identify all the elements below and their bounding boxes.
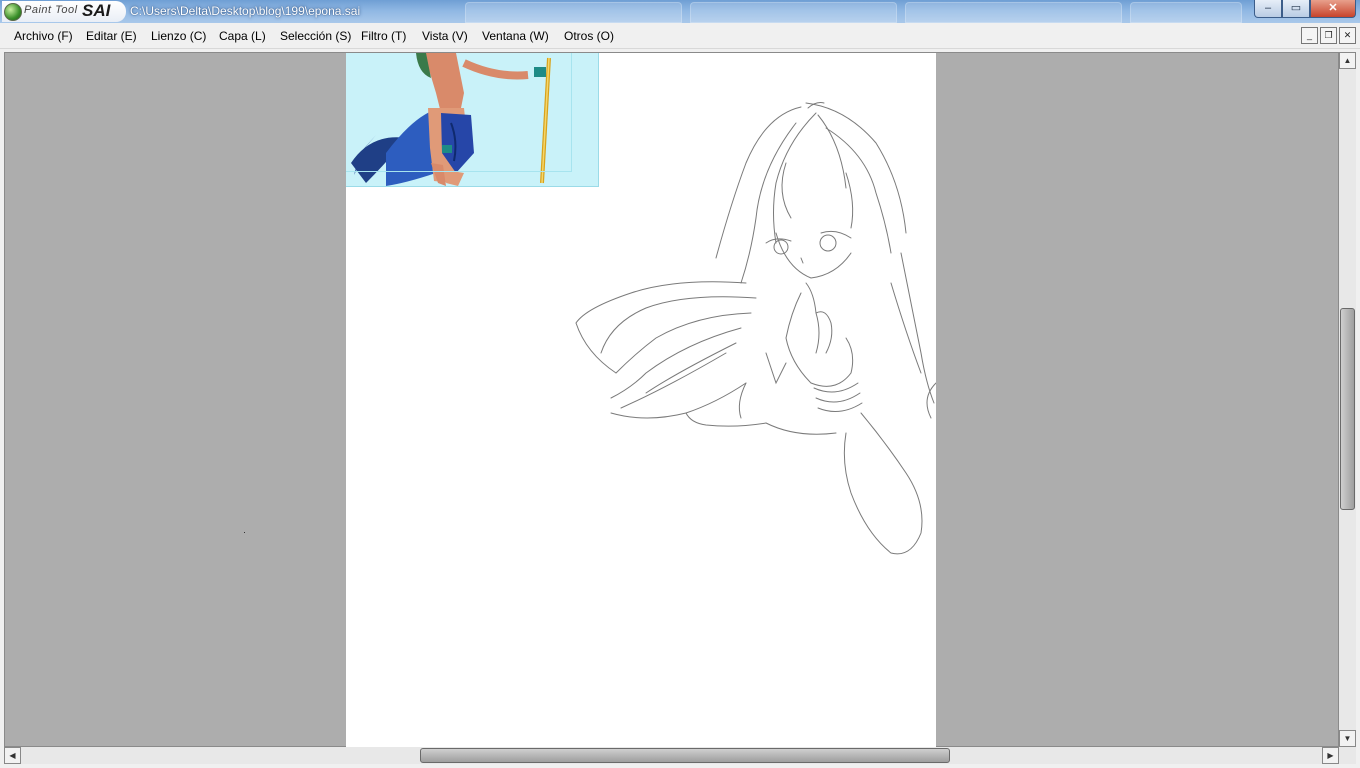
menu-filtro[interactable]: Filtro (T) <box>361 29 406 43</box>
document-restore-button[interactable]: ❐ <box>1320 27 1337 44</box>
stray-dot <box>244 532 245 533</box>
logo-text: Paint Tool <box>24 4 78 16</box>
background-tab <box>1130 2 1242 23</box>
menu-seleccion[interactable]: Selección (S) <box>280 29 351 43</box>
menu-capa[interactable]: Capa (L) <box>219 29 266 43</box>
document-window-controls: _ ❐ ✕ <box>1301 27 1356 44</box>
canvas-workspace[interactable] <box>4 52 1339 748</box>
girl-sketch <box>575 102 936 555</box>
scroll-up-button[interactable]: ▲ <box>1339 52 1356 69</box>
menu-otros[interactable]: Otros (O) <box>564 29 614 43</box>
title-bar: Paint Tool SAI C:\Users\Delta\Desktop\bl… <box>0 0 1360 23</box>
scrollbar-corner <box>1339 747 1356 764</box>
document-minimize-button[interactable]: _ <box>1301 27 1318 44</box>
background-tab <box>905 2 1122 23</box>
background-taskbar-tabs <box>455 0 1255 23</box>
maximize-button[interactable]: ▭ <box>1282 0 1310 18</box>
window-title: C:\Users\Delta\Desktop\blog\199\epona.sa… <box>130 4 361 18</box>
background-tab <box>690 2 897 23</box>
canvas-paper[interactable] <box>346 53 936 748</box>
app-logo-icon <box>4 3 22 21</box>
vertical-scrollbar[interactable]: ▲ ▼ <box>1339 52 1356 747</box>
background-tab <box>465 2 682 23</box>
document-close-button[interactable]: ✕ <box>1339 27 1356 44</box>
logo-text-sai: SAI <box>82 1 111 20</box>
window-controls: – ▭ ✕ <box>1254 0 1356 19</box>
menu-bar: Archivo (F) Editar (E) Lienzo (C) Capa (… <box>0 23 1360 49</box>
menu-lienzo[interactable]: Lienzo (C) <box>151 29 206 43</box>
close-button[interactable]: ✕ <box>1310 0 1356 18</box>
scroll-left-button[interactable]: ◀ <box>4 747 21 764</box>
minimize-button[interactable]: – <box>1254 0 1282 18</box>
menu-archivo[interactable]: Archivo (F) <box>14 29 73 43</box>
horizontal-scrollbar[interactable]: ◀ ▶ <box>4 747 1339 764</box>
vertical-scroll-thumb[interactable] <box>1340 308 1355 510</box>
menu-editar[interactable]: Editar (E) <box>86 29 137 43</box>
scroll-down-button[interactable]: ▼ <box>1339 730 1356 747</box>
scroll-right-button[interactable]: ▶ <box>1322 747 1339 764</box>
menu-ventana[interactable]: Ventana (W) <box>482 29 549 43</box>
horizontal-scroll-thumb[interactable] <box>420 748 950 763</box>
menu-vista[interactable]: Vista (V) <box>422 29 468 43</box>
app-logo: Paint Tool SAI <box>2 1 126 22</box>
